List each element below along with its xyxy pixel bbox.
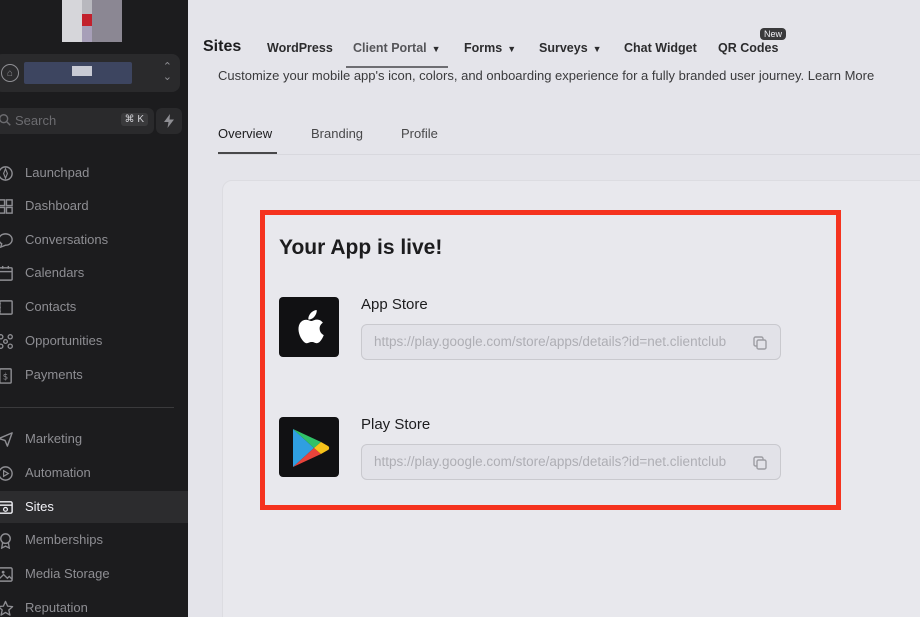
highlight-annotation-box xyxy=(260,210,841,510)
company-logo[interactable] xyxy=(62,0,122,42)
nav-client-portal[interactable]: Client Portal ▼ xyxy=(353,41,441,55)
nav-wordpress[interactable]: WordPress xyxy=(267,41,333,55)
dashboard-icon xyxy=(0,199,13,214)
top-bar: Sites xyxy=(188,0,920,68)
nav-surveys[interactable]: Surveys ▼ xyxy=(539,41,602,55)
sidebar-item-conversations[interactable]: Conversations xyxy=(0,224,188,256)
search-label: Search xyxy=(15,113,57,128)
account-switcher[interactable]: ⌂ ⌃ ⌄ xyxy=(0,54,180,92)
sidebar-item-sites[interactable]: Sites xyxy=(0,491,188,523)
memberships-icon xyxy=(0,533,11,549)
star-icon xyxy=(0,600,14,616)
sidebar-item-launchpad[interactable]: Launchpad xyxy=(0,157,188,189)
svg-text:$: $ xyxy=(3,372,8,382)
sidebar-item-reputation[interactable]: Reputation xyxy=(0,592,188,617)
search-shortcut: ⌘ K xyxy=(120,113,148,126)
automation-icon xyxy=(0,466,13,481)
new-badge: New xyxy=(760,28,787,40)
chat-bubble-icon xyxy=(0,233,13,249)
launchpad-icon xyxy=(0,166,13,181)
tabs-divider xyxy=(218,154,920,155)
nav-forms[interactable]: Forms ▼ xyxy=(464,41,516,55)
tab-profile[interactable]: Profile xyxy=(401,126,438,141)
sidebar-item-calendars[interactable]: Calendars xyxy=(0,257,188,289)
sidebar-item-marketing[interactable]: Marketing xyxy=(0,423,188,455)
sidebar-item-opportunities[interactable]: Opportunities xyxy=(0,325,188,357)
nav-chat-widget[interactable]: Chat Widget xyxy=(624,41,697,55)
contacts-icon xyxy=(0,300,13,315)
section-title: Sites xyxy=(203,38,242,55)
sidebar: ⌂ ⌃ ⌄ Search ⌘ K Launchpad Dashboard Conv… xyxy=(0,0,188,617)
sidebar-item-media-storage[interactable]: Media Storage xyxy=(0,558,188,590)
tab-branding[interactable]: Branding xyxy=(311,126,363,141)
location-pin-icon: ⌂ xyxy=(1,64,19,82)
nav-qr-codes[interactable]: QR Codes xyxy=(718,41,778,55)
chevron-down-icon: ▼ xyxy=(592,44,602,54)
sidebar-item-dashboard[interactable]: Dashboard xyxy=(0,190,188,222)
sites-icon xyxy=(0,501,13,514)
sidebar-item-contacts[interactable]: Contacts xyxy=(0,291,188,323)
chevron-down-icon: ▼ xyxy=(507,44,517,54)
payments-icon: $ xyxy=(0,368,12,384)
send-icon xyxy=(0,432,13,447)
chevron-up-down-icon: ⌃ ⌄ xyxy=(162,61,172,83)
quick-actions-button[interactable] xyxy=(156,108,182,134)
sidebar-item-payments[interactable]: $ Payments xyxy=(0,359,188,391)
search-icon xyxy=(0,114,11,126)
sidebar-item-automation[interactable]: Automation xyxy=(0,457,188,489)
tab-active-indicator xyxy=(218,152,277,154)
page-subtitle: Customize your mobile app's icon, colors… xyxy=(218,68,875,83)
lightning-icon xyxy=(164,114,174,128)
tab-overview[interactable]: Overview xyxy=(218,126,272,141)
sidebar-divider xyxy=(0,407,174,408)
chevron-down-icon: ▼ xyxy=(431,44,441,54)
opportunities-icon xyxy=(0,334,13,349)
sidebar-item-memberships[interactable]: Memberships xyxy=(0,524,188,556)
calendar-icon xyxy=(0,265,13,281)
image-icon xyxy=(0,567,13,582)
search-input[interactable]: Search ⌘ K xyxy=(0,108,154,134)
